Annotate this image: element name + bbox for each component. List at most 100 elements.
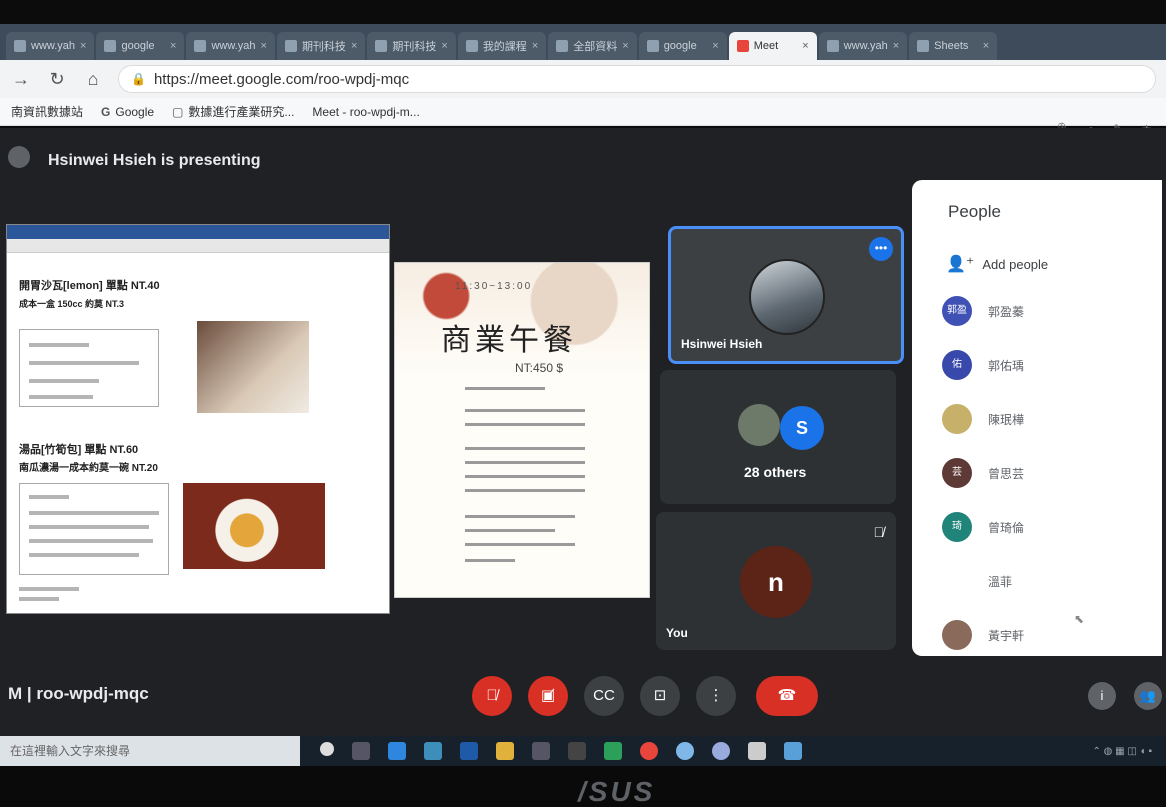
app-icon[interactable]	[676, 742, 694, 760]
mouse-cursor-icon: ⬉	[1074, 612, 1085, 626]
edge-icon[interactable]	[388, 742, 406, 760]
mic-toggle-button[interactable]: 🎙̸	[472, 676, 512, 716]
menu-line	[465, 559, 515, 562]
tab-close-icon[interactable]: ×	[351, 40, 357, 52]
people-icon[interactable]: 👥	[1134, 682, 1162, 710]
doc-text-line	[29, 495, 69, 499]
participant-list-item[interactable]: 黃宇軒	[942, 620, 1024, 650]
bookmark-item[interactable]: ▢ 數據進行產業研究...	[172, 103, 294, 120]
bookmark-item[interactable]: G Google	[101, 105, 154, 119]
tab-close-icon[interactable]: ×	[170, 40, 176, 52]
browser-tab[interactable]: 全部資料 ×	[548, 32, 637, 60]
tab-favicon-icon	[917, 40, 930, 52]
tab-label: 全部資料	[573, 41, 618, 53]
browser-tab[interactable]: www.yah ×	[6, 32, 95, 60]
browser-tab[interactable]: 我的課程 ×	[457, 32, 547, 60]
menu-line	[465, 409, 585, 412]
doc-text-line	[29, 361, 139, 365]
presenter-tile[interactable]: ••• Hsinwei Hsieh	[668, 226, 904, 364]
more-options-icon[interactable]: •••	[869, 237, 893, 261]
bookmark-icon: G	[101, 104, 111, 119]
tab-label: www.yah	[31, 40, 76, 52]
bookmark-icon: ▢	[172, 104, 184, 119]
address-bar[interactable]: 🔒 https://meet.google.com/roo-wpdj-mqc	[118, 65, 1156, 93]
participant-list-item[interactable]: 琦 曾琦倫	[942, 512, 1024, 542]
back-arrow-icon[interactable]: →	[10, 69, 32, 90]
participant-list-item[interactable]: 陳珉樺	[942, 404, 1024, 434]
store-icon[interactable]	[532, 742, 550, 760]
tab-close-icon[interactable]: ×	[802, 40, 808, 52]
others-tile[interactable]: S 28 others	[660, 370, 896, 504]
participant-name: 郭佑瑀	[988, 358, 1025, 373]
file-explorer-icon[interactable]	[496, 742, 514, 760]
browser-tab[interactable]: google ×	[96, 32, 185, 60]
browser-tab[interactable]: www.yah ×	[186, 32, 275, 60]
task-view-icon[interactable]	[352, 742, 370, 760]
add-people-button[interactable]: 👤⁺ Add people	[946, 254, 1048, 274]
doc-text-line	[29, 525, 149, 529]
participant-avatar: 琦	[942, 512, 972, 542]
participant-list-item[interactable]: 佑 郭佑瑀	[942, 350, 1024, 380]
doc-text-line	[19, 587, 79, 591]
tab-close-icon[interactable]: ×	[622, 40, 628, 52]
tab-favicon-icon	[556, 40, 569, 52]
browser-tab[interactable]: 期刊科技 ×	[276, 32, 366, 60]
doc-line-4: 南瓜濃湯一成本約莫一碗 NT.20	[19, 463, 158, 474]
browser-tab[interactable]: Sheets ×	[909, 32, 998, 60]
bookmark-label: 南資訊數據站	[11, 105, 84, 119]
chrome-icon[interactable]	[640, 742, 658, 760]
notepad-icon[interactable]	[748, 742, 766, 760]
tab-label: Meet	[753, 40, 779, 52]
taskbar-search-box[interactable]: 在這裡輸入文字來搜尋	[0, 736, 300, 766]
tab-close-icon[interactable]: ×	[712, 40, 718, 52]
participant-list-item[interactable]: 溫菲	[942, 566, 1012, 596]
bookmark-item[interactable]: ■Meet - roo-wpdj-m...	[0, 105, 1166, 807]
people-panel: People 👤⁺ Add people 郭盈 郭盈蓁佑 郭佑瑀 陳珉樺芸 曾思芸琦 曾琦…	[912, 180, 1162, 656]
participant-list-item[interactable]: 郭盈 郭盈蓁	[942, 296, 1024, 326]
self-label: You	[666, 626, 688, 640]
self-tile[interactable]: 🎙̸ n You	[656, 512, 896, 650]
app-icon[interactable]	[712, 742, 730, 760]
participant-name: 郭盈蓁	[988, 304, 1025, 319]
browser-tab[interactable]: 期刊科技 ×	[367, 32, 456, 60]
info-icon[interactable]: i	[1088, 682, 1116, 710]
participant-avatar	[942, 566, 972, 596]
leave-call-button[interactable]: ☎	[756, 676, 818, 716]
photos-icon[interactable]	[784, 742, 802, 760]
tab-close-icon[interactable]: ×	[441, 40, 447, 52]
cortana-icon[interactable]	[320, 742, 334, 756]
bookmark-label: Google	[115, 104, 155, 119]
presenter-avatar	[8, 146, 30, 168]
tab-close-icon[interactable]: ×	[532, 40, 538, 52]
tab-favicon-icon	[375, 40, 388, 52]
system-tray[interactable]: ⌃ ◍ ▦ ◫ ◖ ▪	[1093, 746, 1152, 757]
participant-list-item[interactable]: 芸 曾思芸	[942, 458, 1024, 488]
tab-close-icon[interactable]: ×	[893, 40, 899, 52]
doc-text-line	[19, 597, 59, 601]
tab-close-icon[interactable]: ×	[80, 40, 86, 52]
mail-icon[interactable]	[424, 742, 442, 760]
menu-title: 商業午餐	[441, 323, 577, 358]
camera-toggle-button[interactable]: ▣̸	[528, 676, 568, 716]
tab-close-icon[interactable]: ×	[261, 40, 267, 52]
doc-text-line	[29, 379, 99, 383]
participant-name: 曾思芸	[988, 466, 1025, 481]
tab-close-icon[interactable]: ×	[983, 40, 989, 52]
doc-text-line	[29, 553, 139, 557]
present-screen-button[interactable]: ⊡	[640, 676, 680, 716]
reload-icon[interactable]: ↻	[46, 69, 68, 90]
browser-tab[interactable]: google ×	[638, 32, 727, 60]
meeting-code: M | roo-wpdj-mqc	[8, 684, 149, 704]
bookmark-item[interactable]: 南資訊數據站	[6, 103, 83, 120]
word-icon[interactable]	[460, 742, 478, 760]
browser-tab[interactable]: www.yah ×	[818, 32, 908, 60]
home-icon[interactable]: ⌂	[82, 69, 104, 90]
add-person-icon: 👤⁺	[946, 256, 975, 273]
shared-screen-document: 開胃沙瓦[lemon] 單點 NT.40 成本一盒 150cc 約莫 NT.3 …	[6, 224, 390, 614]
browser-tab[interactable]: Meet ×	[728, 32, 817, 60]
more-options-button[interactable]: ⋮	[696, 676, 736, 716]
excel-icon[interactable]	[604, 742, 622, 760]
menu-line	[465, 475, 585, 478]
app-icon[interactable]	[568, 742, 586, 760]
captions-button[interactable]: CC	[584, 676, 624, 716]
